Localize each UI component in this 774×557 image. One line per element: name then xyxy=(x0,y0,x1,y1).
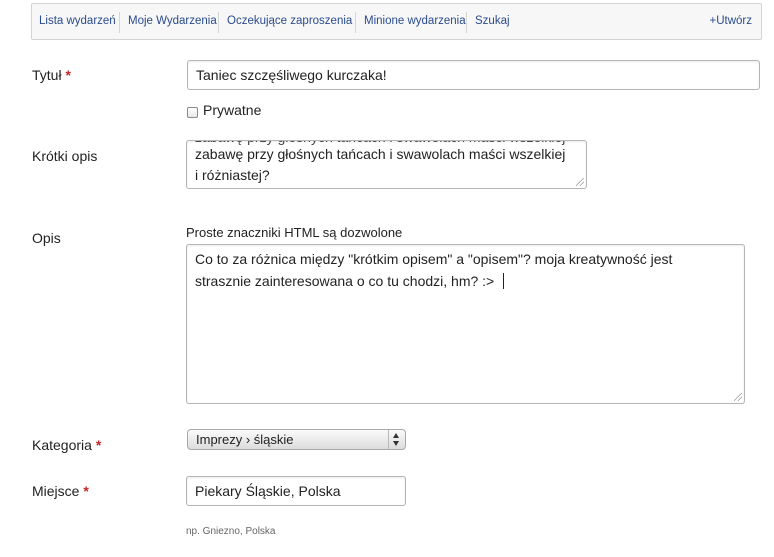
title-input[interactable]: Taniec szczęśliwego kurczaka! xyxy=(187,60,760,90)
title-label: Tytuł * xyxy=(32,67,71,83)
place-label: Miejsce * xyxy=(32,483,89,499)
category-label-text: Kategoria xyxy=(32,437,92,453)
place-label-text: Miejsce xyxy=(32,483,80,499)
events-nav-bar: Lista wydarzeń Moje Wydarzenia Oczekując… xyxy=(31,3,762,40)
description-line-2: strasznie zainteresowana o co tu chodzi,… xyxy=(195,273,495,289)
private-checkbox-label[interactable]: Prywatne xyxy=(203,102,261,118)
text-cursor xyxy=(503,273,504,289)
place-input-value: Piekary Śląskie, Polska xyxy=(195,483,341,499)
scrolled-text-edge: zabawę przy głośnych tańcach i swawolach… xyxy=(188,141,584,145)
nav-divider xyxy=(466,12,467,33)
html-allowed-hint: Proste znaczniki HTML są dozwolone xyxy=(186,225,403,240)
short-description-label: Krótki opis xyxy=(32,148,97,164)
nav-link-search[interactable]: Szukaj xyxy=(475,4,510,39)
short-description-textarea[interactable]: zabawę przy głośnych tańcach i swawolach… xyxy=(186,140,587,189)
short-description-line-1: zabawę przy głośnych tańcach i swawolach… xyxy=(195,146,566,162)
nav-link-my-events[interactable]: Moje Wydarzenia xyxy=(128,4,217,39)
private-checkbox[interactable] xyxy=(187,107,198,118)
title-input-value: Taniec szczęśliwego kurczaka! xyxy=(196,67,387,83)
title-label-text: Tytuł xyxy=(32,67,62,83)
nav-divider xyxy=(355,12,356,33)
short-description-label-text: Krótki opis xyxy=(32,148,98,164)
description-label: Opis xyxy=(32,230,61,246)
resize-grip-icon[interactable] xyxy=(734,393,742,401)
resize-grip-icon[interactable] xyxy=(576,178,584,186)
nav-link-event-list[interactable]: Lista wydarzeń xyxy=(39,4,116,39)
create-event-link[interactable]: +Utwórz xyxy=(710,4,753,39)
category-label: Kategoria * xyxy=(32,437,101,453)
nav-link-past-events[interactable]: Minione wydarzenia xyxy=(364,4,466,39)
nav-divider xyxy=(218,12,219,33)
place-example-hint: np. Gniezno, Polska xyxy=(186,526,276,537)
place-input[interactable]: Piekary Śląskie, Polska xyxy=(186,476,406,506)
short-description-line-2: i różniastej? xyxy=(195,167,270,183)
required-asterisk: * xyxy=(65,67,71,83)
required-asterisk: * xyxy=(83,483,89,499)
nav-link-pending-invitations[interactable]: Oczekujące zaproszenia xyxy=(227,4,352,39)
select-arrows-icon xyxy=(388,430,405,449)
nav-divider xyxy=(119,12,120,33)
category-selected-value: Imprezy › śląskie xyxy=(196,432,294,447)
description-textarea[interactable]: Co to za różnica między "krótkim opisem"… xyxy=(186,244,745,404)
required-asterisk: * xyxy=(95,437,102,453)
category-select[interactable]: Imprezy › śląskie xyxy=(187,429,406,450)
description-label-text: Opis xyxy=(32,230,61,246)
description-line-1: Co to za różnica między "krótkim opisem"… xyxy=(195,251,673,267)
